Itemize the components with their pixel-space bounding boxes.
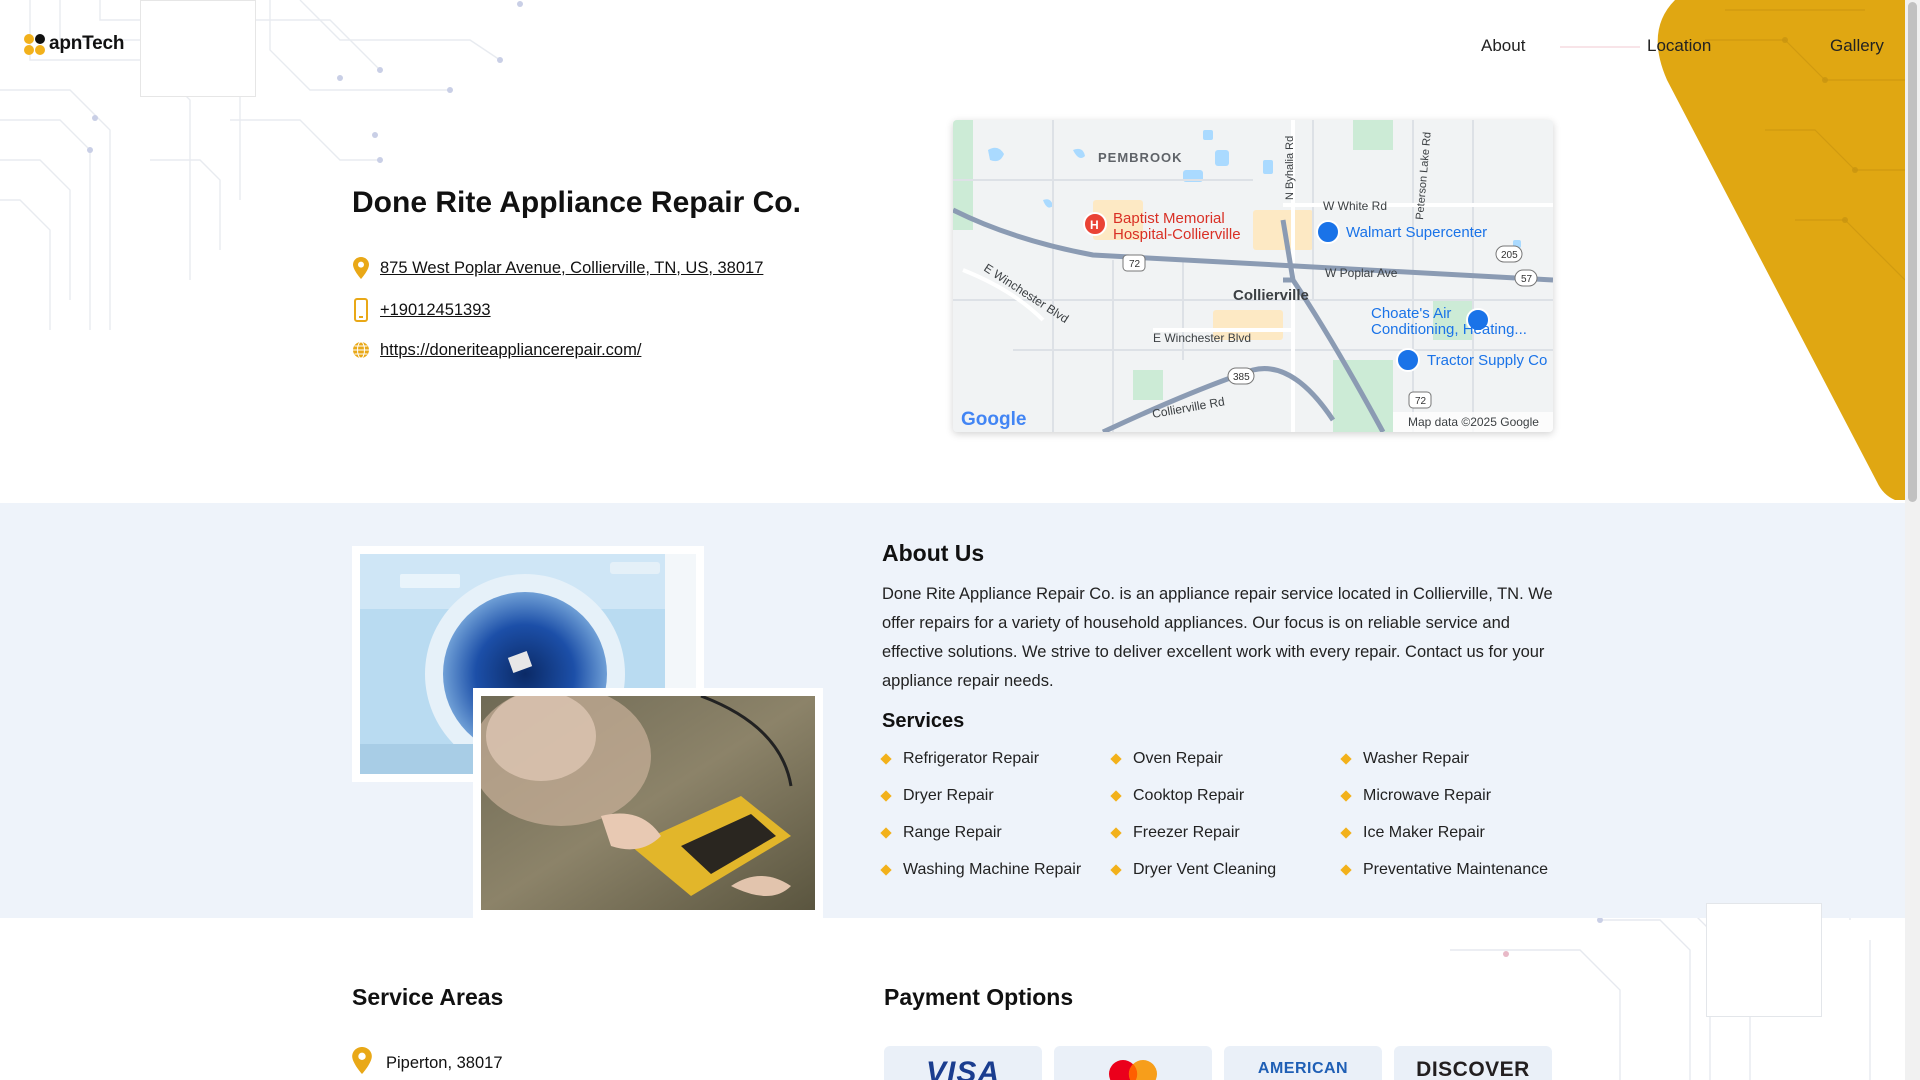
location-pin-icon <box>352 1047 372 1079</box>
website-link[interactable]: https://doneriteappliancerepair.com/ <box>380 341 641 360</box>
phone-row: +19012451393 <box>352 298 491 322</box>
globe-icon <box>352 338 370 362</box>
service-item: Microwave Repair <box>1340 785 1572 807</box>
map-canvas[interactable]: PEMBROOK H Baptist Memorial Hospital-Col… <box>953 120 1553 432</box>
service-item: Range Repair <box>880 822 1112 844</box>
service-item: Ice Maker Repair <box>1340 822 1572 844</box>
decorative-square <box>140 0 256 97</box>
service-item: Oven Repair <box>1110 748 1342 770</box>
phone-link[interactable]: +19012451393 <box>380 301 491 320</box>
repair-photo-frame <box>473 688 823 918</box>
map-label-choate-2: Conditioning, Heating... <box>1371 321 1527 338</box>
map-label-pembrook: PEMBROOK <box>1098 150 1183 165</box>
diamond-bullet-icon <box>1340 790 1352 802</box>
business-name: Done Rite Appliance Repair Co. <box>352 186 801 219</box>
phone-icon <box>352 298 370 322</box>
route-shield-57-icon: 57 <box>1514 269 1538 287</box>
map-label-tractor: Tractor Supply Co <box>1427 352 1547 369</box>
logo-text: apnTech <box>49 33 125 54</box>
svg-text:72: 72 <box>1415 396 1427 407</box>
tractor-supply-marker-icon[interactable] <box>1396 348 1420 372</box>
service-area-item: Piperton, 38017 <box>352 1047 503 1079</box>
route-shield-205-icon: 205 <box>1495 245 1523 263</box>
svg-text:57: 57 <box>1521 274 1533 285</box>
page-scrollbar[interactable] <box>1905 0 1920 1080</box>
service-item: Preventative Maintenance <box>1340 859 1572 881</box>
discover-card: DISCOVER <box>1394 1046 1552 1080</box>
american-express-card: AMERICAN <box>1224 1046 1382 1080</box>
address-link[interactable]: 875 West Poplar Avenue, Collierville, TN… <box>380 259 763 278</box>
brand-logo[interactable]: apnTech <box>24 32 125 56</box>
service-item: Refrigerator Repair <box>880 748 1112 770</box>
logo-icon <box>24 32 46 56</box>
map-label-walmart: Walmart Supercenter <box>1346 224 1487 241</box>
map-label-collierville: Collierville <box>1233 287 1309 304</box>
service-item: Dryer Vent Cleaning <box>1110 859 1342 881</box>
diamond-bullet-icon <box>1110 827 1122 839</box>
payment-options-title: Payment Options <box>884 984 1074 1010</box>
mastercard-logo-icon <box>1109 1060 1157 1080</box>
site-header: apnTech About Location Gallery <box>0 0 1905 97</box>
nav-connector-line <box>1560 46 1640 48</box>
diamond-bullet-icon <box>880 790 892 802</box>
page: apnTech About Location Gallery Done Rite… <box>0 0 1905 1080</box>
visa-card: VISA <box>884 1046 1042 1080</box>
diamond-bullet-icon <box>1340 827 1352 839</box>
route-shield-72-icon: 72 <box>1122 254 1146 272</box>
map-label-choate-1: Choate's Air <box>1371 305 1451 322</box>
walmart-marker-icon[interactable] <box>1316 220 1340 244</box>
map-label-hospital-2: Hospital-Collierville <box>1113 226 1241 243</box>
about-title: About Us <box>882 540 985 566</box>
service-item: Cooktop Repair <box>1110 785 1342 807</box>
service-item: Washer Repair <box>1340 748 1572 770</box>
route-shield-72b-icon: 72 <box>1408 391 1432 409</box>
map-attribution: Map data ©2025 Google <box>1408 415 1539 429</box>
services-list: Refrigerator Repair Oven Repair Washer R… <box>880 748 1572 881</box>
service-areas-title: Service Areas <box>352 984 504 1010</box>
repair-photo <box>481 696 815 910</box>
google-logo: Google <box>961 409 1026 430</box>
svg-text:385: 385 <box>1233 372 1250 383</box>
map-label-byhalia: N Byhalia Rd <box>1284 136 1296 200</box>
diamond-bullet-icon <box>880 753 892 765</box>
service-item: Freezer Repair <box>1110 822 1342 844</box>
nav-link-gallery[interactable]: Gallery <box>1830 36 1884 56</box>
diamond-bullet-icon <box>1340 753 1352 765</box>
services-title: Services <box>882 710 965 732</box>
nav-link-about[interactable]: About <box>1481 36 1525 56</box>
decorative-square <box>1706 903 1822 1017</box>
website-row: https://doneriteappliancerepair.com/ <box>352 338 641 362</box>
diamond-bullet-icon <box>1110 753 1122 765</box>
nav-link-location[interactable]: Location <box>1647 36 1711 56</box>
map-label-hospital-1: Baptist Memorial <box>1113 210 1225 227</box>
service-item: Dryer Repair <box>880 785 1112 807</box>
diamond-bullet-icon <box>1110 864 1122 876</box>
scrollbar-thumb[interactable] <box>1908 2 1917 502</box>
map-label-poplar: W Poplar Ave <box>1325 266 1398 280</box>
location-map[interactable]: PEMBROOK H Baptist Memorial Hospital-Col… <box>953 120 1553 432</box>
address-row: 875 West Poplar Avenue, Collierville, TN… <box>352 256 763 280</box>
diamond-bullet-icon <box>880 864 892 876</box>
svg-text:72: 72 <box>1129 259 1141 270</box>
service-item: Washing Machine Repair <box>880 859 1112 881</box>
about-description: Done Rite Appliance Repair Co. is an app… <box>882 585 1553 690</box>
map-label-white-rd: W White Rd <box>1323 199 1387 213</box>
mastercard-card <box>1054 1046 1212 1080</box>
route-shield-385-icon: 385 <box>1227 367 1255 385</box>
diamond-bullet-icon <box>1110 790 1122 802</box>
payment-cards: VISA AMERICAN DISCOVER <box>884 1046 1552 1080</box>
hospital-marker-letter: H <box>1090 218 1099 232</box>
svg-text:205: 205 <box>1501 250 1518 261</box>
diamond-bullet-icon <box>1340 864 1352 876</box>
diamond-bullet-icon <box>880 827 892 839</box>
map-label-winchester-e: E Winchester Blvd <box>1153 331 1251 345</box>
location-pin-icon <box>352 256 370 280</box>
